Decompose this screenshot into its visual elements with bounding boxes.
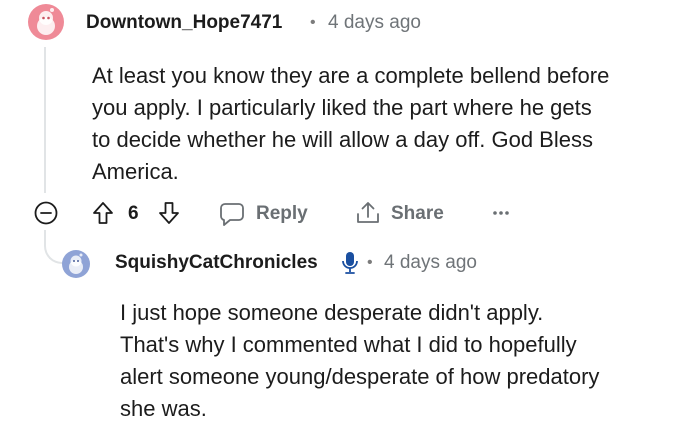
- meta-separator: •: [310, 14, 316, 31]
- reply-author[interactable]: SquishyCatChronicles: [115, 252, 318, 274]
- share-button[interactable]: Share: [355, 200, 455, 228]
- avatar[interactable]: [28, 4, 64, 40]
- vote-score: 6: [128, 203, 139, 224]
- reply-body-line: she was.: [120, 396, 207, 421]
- comment-timestamp[interactable]: 4 days ago: [328, 12, 421, 34]
- arrow-down-icon[interactable]: [158, 201, 180, 225]
- reply-body: I just hope someone desperate didn't app…: [120, 297, 690, 425]
- share-label: Share: [391, 203, 444, 224]
- arrow-up-icon[interactable]: [92, 201, 114, 225]
- reply-button[interactable]: Reply: [219, 200, 319, 228]
- comment-body: At least you know they are a complete be…: [92, 60, 692, 188]
- minus-circle-icon[interactable]: [34, 201, 58, 225]
- comment-body-line: to decide whether he will allow a day of…: [92, 127, 593, 152]
- share-upload-icon: [355, 200, 381, 226]
- reply-label: Reply: [256, 203, 308, 224]
- speech-bubble-icon: [219, 201, 245, 227]
- comment-body-line: America.: [92, 159, 179, 184]
- reply-body-line: alert someone young/desperate of how pre…: [120, 364, 600, 389]
- thread-line: [44, 47, 46, 193]
- reply-body-line: I just hope someone desperate didn't app…: [120, 300, 544, 325]
- comment-author[interactable]: Downtown_Hope7471: [86, 12, 282, 34]
- comment-body-line: At least you know they are a complete be…: [92, 63, 610, 88]
- microphone-icon: [340, 250, 360, 276]
- reply-body-line: That's why I commented what I did to hop…: [120, 332, 577, 357]
- snoo-avatar-icon: [37, 8, 55, 35]
- meta-separator: •: [367, 254, 373, 271]
- snoo-avatar-icon: [69, 253, 83, 274]
- reply-avatar[interactable]: [62, 250, 90, 278]
- comment-body-line: you apply. I particularly liked the part…: [92, 95, 592, 120]
- reply-timestamp[interactable]: 4 days ago: [384, 252, 477, 274]
- ellipsis-icon[interactable]: [492, 210, 510, 216]
